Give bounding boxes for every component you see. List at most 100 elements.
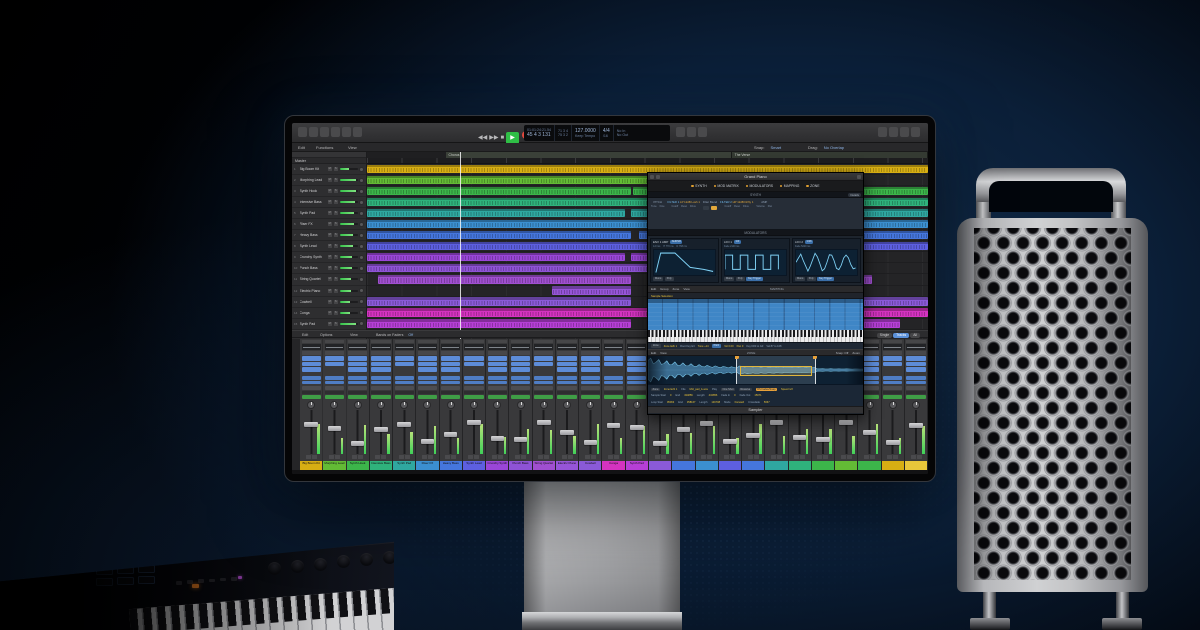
setting-button[interactable] — [302, 340, 321, 343]
channel-fader[interactable] — [418, 410, 437, 455]
audio-fx-slots[interactable] — [371, 356, 390, 375]
pan-knob[interactable] — [359, 255, 364, 260]
mixer-view-single[interactable]: Single — [877, 333, 892, 338]
solo-button[interactable]: S — [334, 233, 339, 237]
track-header[interactable]: 2Morphing LeadMS — [292, 175, 366, 186]
setting-button[interactable] — [906, 340, 925, 343]
group-slot[interactable] — [511, 391, 530, 394]
input-slot[interactable] — [511, 351, 530, 355]
audio-region[interactable] — [367, 198, 659, 207]
setting-button[interactable] — [371, 340, 390, 343]
lfo1-module[interactable]: LFO 11/4 Fade 2140 ms MonoPolyKey Trigge… — [721, 238, 790, 283]
send-slots[interactable] — [627, 376, 646, 386]
output-slot[interactable] — [581, 386, 600, 390]
mute-button[interactable]: M — [328, 266, 333, 270]
input-slot[interactable] — [464, 351, 483, 355]
mixer-channel-strip[interactable]: Synth Pad — [393, 339, 415, 470]
channel-fader[interactable] — [557, 410, 576, 455]
pan-knob[interactable] — [912, 401, 920, 409]
eq-thumbnail[interactable] — [348, 344, 367, 350]
setting-button[interactable] — [395, 340, 414, 343]
filter-parallel-button[interactable] — [711, 206, 717, 210]
channel-fader[interactable] — [627, 410, 646, 455]
audio-fx-slots[interactable] — [441, 356, 460, 375]
output-slot[interactable] — [441, 386, 460, 390]
mapping-menu-zone[interactable]: Zone — [673, 287, 680, 291]
lfo2-module[interactable]: LFO 21/16 Fade 5220 ms MonoPolyKey Trigg… — [792, 238, 861, 283]
pan-knob[interactable] — [359, 299, 364, 304]
zone-zoom-control[interactable]: Zoom — [852, 351, 860, 355]
pan-knob[interactable] — [359, 167, 364, 172]
pan-knob[interactable] — [359, 211, 364, 216]
menu-view[interactable]: View — [348, 143, 357, 152]
track-header[interactable]: 11String QuartetMS — [292, 274, 366, 285]
audio-region[interactable] — [378, 275, 630, 284]
pan-knob[interactable] — [586, 401, 594, 409]
send-slots[interactable] — [371, 376, 390, 386]
send-slots[interactable] — [395, 376, 414, 386]
mixer-channel-strip[interactable]: Conga — [602, 339, 624, 470]
track-header[interactable]: 6Riser FXMS — [292, 219, 366, 230]
audio-region[interactable] — [367, 220, 659, 229]
input-slot[interactable] — [488, 351, 507, 355]
setting-button[interactable] — [581, 340, 600, 343]
mute-solo-buttons[interactable] — [790, 454, 809, 460]
audio-fx-slots[interactable] — [302, 356, 321, 375]
output-slot[interactable] — [464, 386, 483, 390]
mixer-channel-strip[interactable] — [882, 339, 904, 470]
send-slots[interactable] — [302, 376, 321, 386]
setting-button[interactable] — [883, 340, 902, 343]
solo-button[interactable]: S — [334, 289, 339, 293]
output-slot[interactable] — [627, 386, 646, 390]
mute-solo-buttons[interactable] — [767, 454, 786, 460]
eq-thumbnail[interactable] — [488, 344, 507, 350]
mixer-view-all[interactable]: All — [910, 333, 920, 338]
audio-region[interactable] — [367, 264, 648, 273]
audio-region[interactable] — [367, 187, 631, 196]
setting-button[interactable] — [488, 340, 507, 343]
solo-button[interactable]: S — [334, 277, 339, 281]
mixer-channel-strip[interactable]: Heavy Bass — [440, 339, 462, 470]
stop-icon[interactable]: ■ — [500, 135, 504, 141]
channel-fader[interactable] — [511, 410, 530, 455]
mute-solo-buttons[interactable] — [813, 454, 832, 460]
automation-mode[interactable] — [627, 395, 646, 399]
setting-button[interactable] — [418, 340, 437, 343]
mute-solo-buttons[interactable] — [534, 454, 553, 460]
mute-solo-buttons[interactable] — [511, 454, 530, 460]
mixer-channel-strip[interactable]: Big Boom Kit — [300, 339, 322, 470]
lcd-display[interactable]: 01:01:24:21.54 45 4 3 131 71 3 4 75 3 2 … — [524, 125, 670, 141]
channel-fader[interactable] — [674, 410, 693, 455]
channel-fader[interactable] — [534, 410, 553, 455]
pan-knob[interactable] — [359, 244, 364, 249]
volume-slider[interactable] — [340, 212, 358, 214]
audio-fx-slots[interactable] — [325, 356, 344, 375]
plugin-menu-icon[interactable] — [857, 175, 861, 179]
audio-region[interactable] — [367, 253, 625, 262]
audio-fx-slots[interactable] — [604, 356, 623, 375]
group-slot[interactable] — [395, 391, 414, 394]
volume-slider[interactable] — [340, 312, 358, 314]
eq-thumbnail[interactable] — [418, 344, 437, 350]
tab-synth[interactable]: SYNTH — [691, 184, 706, 188]
mapping-piano-keyboard[interactable] — [648, 330, 863, 342]
pan-knob[interactable] — [866, 401, 874, 409]
send-slots[interactable] — [511, 376, 530, 386]
channel-fader[interactable] — [883, 410, 902, 455]
volume-slider[interactable] — [340, 267, 358, 269]
mute-button[interactable]: M — [328, 178, 333, 182]
mute-button[interactable]: M — [328, 322, 333, 326]
volume-slider[interactable] — [340, 301, 358, 303]
mute-solo-buttons[interactable] — [581, 454, 600, 460]
automation-mode[interactable] — [418, 395, 437, 399]
track-header[interactable]: 13CowbellMS — [292, 297, 366, 308]
output-slot[interactable] — [604, 386, 623, 390]
pan-knob[interactable] — [359, 178, 364, 183]
mute-button[interactable]: M — [328, 277, 333, 281]
channel-fader[interactable] — [395, 410, 414, 455]
input-slot[interactable] — [627, 351, 646, 355]
pan-knob[interactable] — [359, 233, 364, 238]
zone-menu-view[interactable]: View — [660, 351, 666, 355]
forward-icon[interactable]: ▶▶ — [489, 135, 498, 141]
volume-slider[interactable] — [340, 179, 358, 181]
